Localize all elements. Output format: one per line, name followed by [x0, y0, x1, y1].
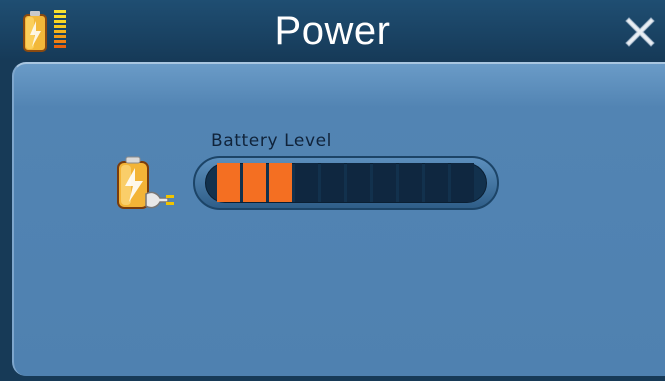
battery-segment — [269, 163, 292, 202]
battery-segment — [373, 163, 396, 202]
battery-segment — [451, 163, 474, 202]
battery-segment — [295, 163, 318, 202]
close-icon[interactable] — [620, 12, 660, 52]
battery-segment — [243, 163, 266, 202]
battery-segment — [399, 163, 422, 202]
battery-segment — [347, 163, 370, 202]
battery-segment — [321, 163, 344, 202]
battery-level-label: Battery Level — [211, 131, 332, 151]
title-bar: Power — [0, 0, 665, 60]
battery-segment — [217, 163, 240, 202]
battery-charging-icon — [117, 156, 174, 209]
battery-segment — [425, 163, 448, 202]
window-title: Power — [274, 9, 391, 53]
power-panel — [12, 62, 665, 376]
panel-bottom-edge — [0, 376, 665, 381]
